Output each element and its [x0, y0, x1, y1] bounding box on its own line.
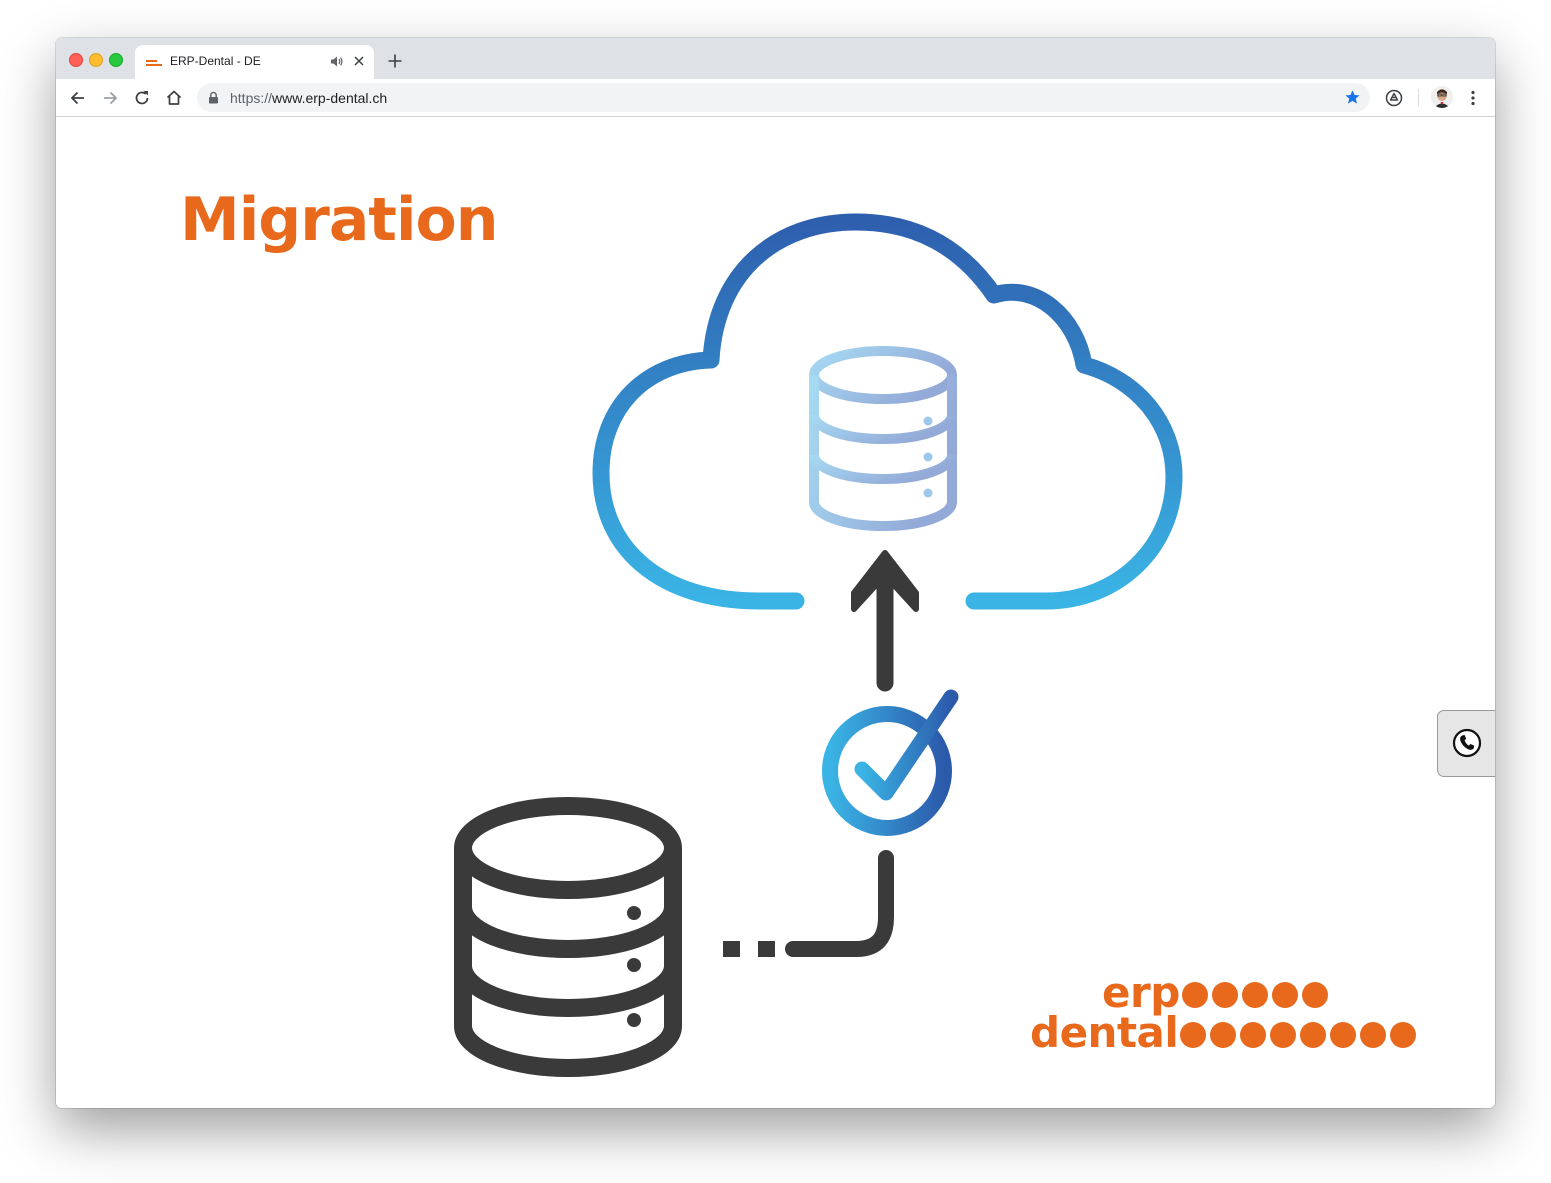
lock-icon[interactable]	[208, 91, 219, 104]
forward-arrow-icon[interactable]	[100, 88, 120, 108]
logo-dot	[1360, 1022, 1386, 1048]
star-icon[interactable]	[1343, 88, 1362, 107]
up-arrow-icon	[851, 550, 919, 692]
logo-line-dental: dental	[1030, 1008, 1179, 1057]
logo-dot	[1270, 1022, 1296, 1048]
close-icon[interactable]	[352, 54, 366, 68]
connector-line	[723, 850, 894, 957]
url-scheme: https://	[230, 90, 273, 106]
cloud-database-icon	[809, 346, 957, 531]
check-circle-icon	[822, 689, 959, 836]
browser-window: ERP-Dental - DE https://www.erp-dental.c…	[56, 38, 1495, 1108]
profile-photo-icon	[1431, 86, 1453, 108]
logo-dot	[1390, 1022, 1416, 1048]
logo-dot	[1210, 1022, 1236, 1048]
address-bar[interactable]: https://www.erp-dental.ch	[197, 83, 1370, 112]
screen: ERP-Dental - DE https://www.erp-dental.c…	[0, 0, 1551, 1183]
erp-dental-logo[interactable]: erp dental	[1028, 972, 1428, 1092]
logo-dot	[1242, 982, 1268, 1008]
url-text[interactable]: https://www.erp-dental.ch	[230, 90, 387, 106]
browser-toolbar: https://www.erp-dental.ch	[56, 79, 1495, 117]
logo-dots-row-2	[1180, 1022, 1420, 1048]
cloud-icon	[592, 213, 1183, 610]
speaker-icon[interactable]	[330, 55, 343, 68]
toolbar-divider	[1418, 89, 1419, 106]
logo-dot	[1240, 1022, 1266, 1048]
migration-illustration	[454, 213, 1183, 1077]
logo-dot	[1302, 982, 1328, 1008]
database-icon	[454, 797, 682, 1077]
avatar[interactable]	[1431, 86, 1453, 108]
plus-icon[interactable]	[386, 52, 404, 70]
phone-icon	[1452, 728, 1482, 758]
logo-dot	[1330, 1022, 1356, 1048]
url-host: www.erp-dental.ch	[272, 90, 388, 106]
tab-title: ERP-Dental - DE	[170, 54, 261, 68]
logo-dot	[1180, 1022, 1206, 1048]
erp-dental-favicon	[146, 60, 162, 66]
logo-dot	[1212, 982, 1238, 1008]
maximize-window-button[interactable]	[109, 53, 123, 67]
logo-dot	[1300, 1022, 1326, 1048]
tab-erp-dental[interactable]: ERP-Dental - DE	[135, 45, 374, 79]
kebab-menu-icon[interactable]	[1463, 88, 1483, 108]
call-button[interactable]	[1437, 710, 1495, 777]
minimize-window-button[interactable]	[89, 53, 103, 67]
reload-icon[interactable]	[132, 88, 152, 108]
tab-strip: ERP-Dental - DE	[56, 38, 1495, 79]
logo-dot	[1272, 982, 1298, 1008]
close-window-button[interactable]	[69, 53, 83, 67]
shield-extension-icon[interactable]	[1384, 88, 1404, 108]
logo-dots-row-1	[1182, 982, 1332, 1008]
home-icon[interactable]	[164, 88, 184, 108]
back-arrow-icon[interactable]	[68, 88, 88, 108]
logo-dot	[1182, 982, 1208, 1008]
page-content: Migration erp dental	[56, 117, 1495, 1108]
page-title: Migration	[180, 185, 498, 255]
